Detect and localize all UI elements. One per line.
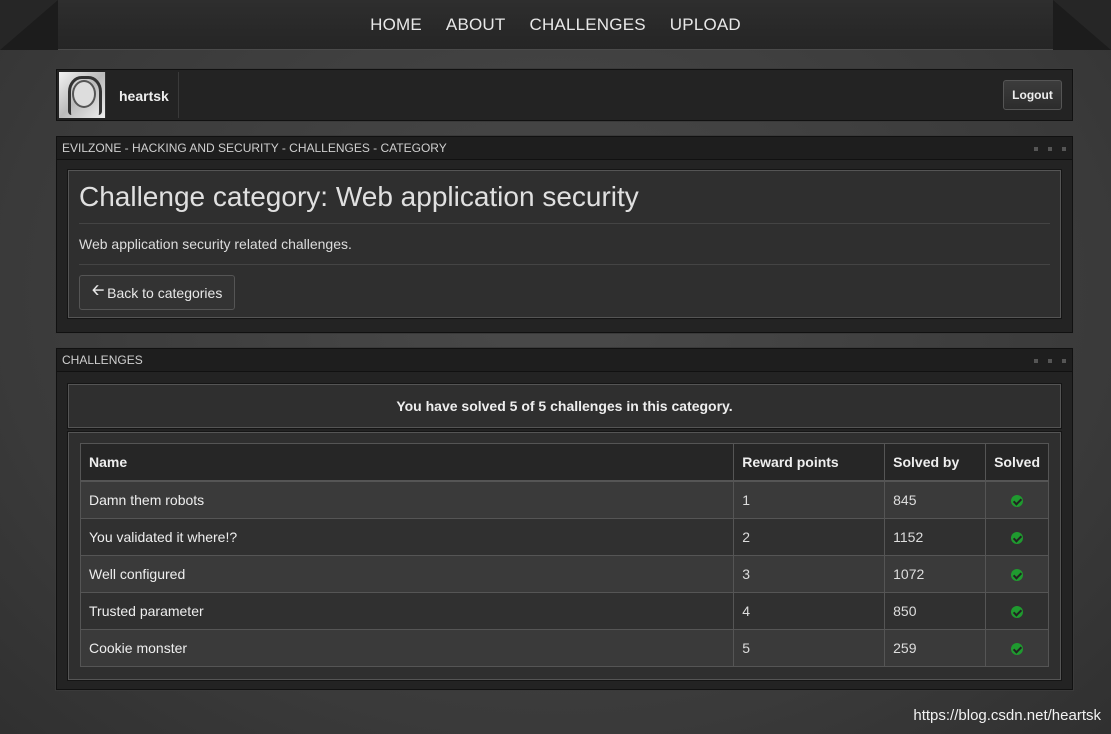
column-header-solved[interactable]: Solved [985, 443, 1049, 482]
check-circle-icon [1011, 569, 1024, 582]
check-circle-icon [1011, 643, 1024, 656]
panel-dots-icon [1024, 349, 1066, 371]
nav-home[interactable]: HOME [370, 15, 422, 35]
watermark: https://blog.csdn.net/heartsk [913, 707, 1101, 724]
reward-points: 4 [733, 592, 886, 630]
reward-points: 5 [733, 629, 886, 667]
back-to-categories-button[interactable]: 🡠 Back to categories [79, 275, 236, 310]
challenge-name[interactable]: Trusted parameter [79, 592, 735, 630]
challenge-name[interactable]: Cookie monster [79, 629, 735, 667]
column-header-reward-points[interactable]: Reward points [733, 443, 886, 482]
navbar-left-wing [0, 0, 58, 50]
table-row[interactable]: Damn them robots 1 845 [79, 480, 1049, 519]
navbar-right-wing [1053, 0, 1111, 50]
challenge-name[interactable]: Damn them robots [79, 480, 735, 519]
breadcrumb: EVILZONE - HACKING AND SECURITY - CHALLE… [62, 141, 447, 155]
back-button-label: Back to categories [107, 284, 223, 301]
solved-cell [985, 592, 1049, 630]
user-bar-divider [178, 72, 179, 118]
column-header-solved-by[interactable]: Solved by [884, 443, 987, 482]
solved-by-count: 1152 [884, 518, 987, 556]
solved-cell [985, 555, 1049, 593]
challenges-panel: CHALLENGES You have solved 5 of 5 challe… [56, 348, 1073, 690]
category-panel: EVILZONE - HACKING AND SECURITY - CHALLE… [56, 136, 1073, 333]
challenges-table-container: Name Reward points Solved by Solved Damn… [68, 432, 1061, 680]
reward-points: 1 [733, 480, 886, 519]
table-header-row: Name Reward points Solved by Solved [79, 443, 1049, 482]
top-navbar: HOME ABOUT CHALLENGES UPLOAD [0, 0, 1111, 50]
panel-dots-icon [1024, 137, 1066, 159]
avatar[interactable] [59, 72, 106, 118]
nav-challenges[interactable]: CHALLENGES [529, 15, 645, 35]
category-description: Web application security related challen… [79, 224, 1050, 265]
solved-by-count: 1072 [884, 555, 987, 593]
avatar-face [72, 80, 96, 108]
arrow-left-icon: 🡠 [92, 282, 105, 299]
column-header-name[interactable]: Name [79, 443, 735, 482]
nav-links: HOME ABOUT CHALLENGES UPLOAD [58, 0, 1053, 50]
check-circle-icon [1011, 495, 1024, 508]
solved-cell [985, 629, 1049, 667]
solved-cell [985, 480, 1049, 519]
table-row[interactable]: Well configured 3 1072 [79, 555, 1049, 593]
solved-by-count: 259 [884, 629, 987, 667]
user-bar: heartsk Logout [56, 69, 1073, 121]
solved-by-count: 850 [884, 592, 987, 630]
challenge-name[interactable]: You validated it where!? [79, 518, 735, 556]
logout-button[interactable]: Logout [1003, 80, 1062, 110]
page-title: Challenge category: Web application secu… [79, 171, 1050, 224]
table-row[interactable]: Cookie monster 5 259 [79, 629, 1049, 667]
category-panel-header: EVILZONE - HACKING AND SECURITY - CHALLE… [57, 137, 1072, 160]
challenge-name[interactable]: Well configured [79, 555, 735, 593]
challenges-panel-header: CHALLENGES [57, 349, 1072, 372]
reward-points: 2 [733, 518, 886, 556]
check-circle-icon [1011, 606, 1024, 619]
challenges-table: Name Reward points Solved by Solved Damn… [79, 443, 1049, 667]
solved-by-count: 845 [884, 480, 987, 519]
table-row[interactable]: You validated it where!? 2 1152 [79, 518, 1049, 556]
challenges-header-label: CHALLENGES [62, 353, 143, 367]
nav-upload[interactable]: UPLOAD [670, 15, 741, 35]
solved-summary: You have solved 5 of 5 challenges in thi… [68, 384, 1061, 428]
nav-about[interactable]: ABOUT [446, 15, 506, 35]
category-content: Challenge category: Web application secu… [68, 170, 1061, 318]
check-circle-icon [1011, 532, 1024, 545]
reward-points: 3 [733, 555, 886, 593]
username[interactable]: heartsk [119, 88, 169, 104]
solved-message: You have solved 5 of 5 challenges in thi… [396, 398, 733, 414]
solved-cell [985, 518, 1049, 556]
table-row[interactable]: Trusted parameter 4 850 [79, 592, 1049, 630]
